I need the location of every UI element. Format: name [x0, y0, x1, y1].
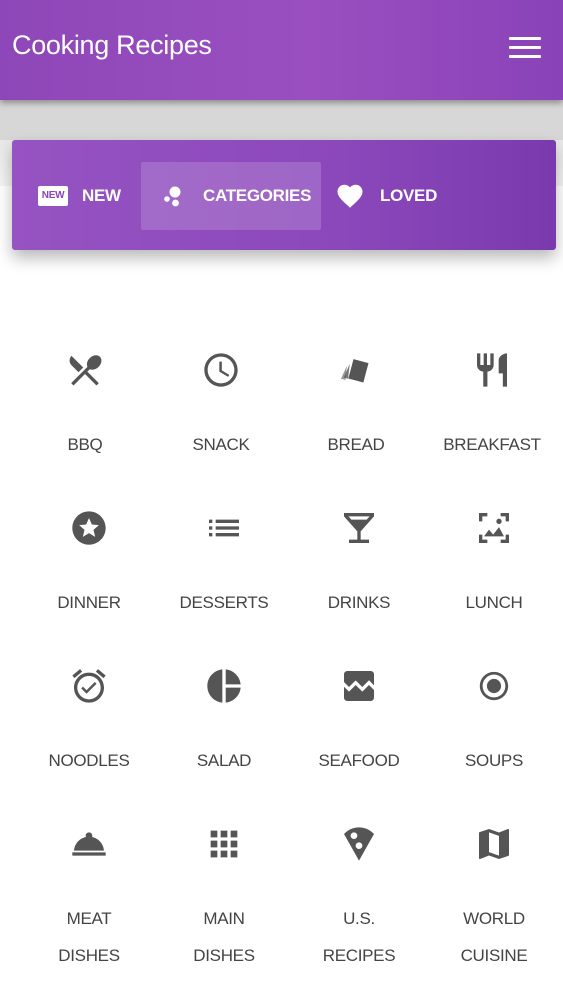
category-snack[interactable]: SNACK [156, 330, 286, 480]
photo-frame-icon [474, 508, 514, 548]
category-drinks[interactable]: DRINKS [294, 488, 424, 638]
pie-chart-icon [204, 666, 244, 706]
category-bbq[interactable]: BBQ [20, 330, 150, 480]
category-label-line1: WORLD [463, 909, 525, 928]
alarm-icon [69, 666, 109, 706]
cloche-icon [69, 824, 109, 864]
heart-icon [337, 184, 363, 208]
apps-grid-icon [204, 824, 244, 864]
category-label: WORLD CUISINE [429, 900, 559, 974]
hamburger-line [509, 46, 541, 49]
fork-knife-icon [472, 350, 512, 390]
category-label: SNACK [192, 435, 250, 454]
radio-button-icon [474, 666, 514, 706]
category-noodles[interactable]: NOODLES [24, 646, 154, 796]
star-circle-icon [69, 508, 109, 548]
category-meat-dishes[interactable]: MEAT DISHES [24, 804, 154, 974]
category-label: SEAFOOD [318, 751, 400, 770]
bubbles-icon [164, 186, 181, 207]
tab-new-label: NEW [82, 186, 121, 205]
category-soups[interactable]: SOUPS [429, 646, 559, 796]
tab-loved-label: LOVED [380, 186, 438, 205]
new-icon: NEW [38, 186, 68, 206]
category-label-line2: DISHES [58, 946, 120, 965]
menu-button[interactable] [506, 34, 544, 62]
restaurant-icon [65, 350, 105, 390]
category-label-line1: MAIN [203, 909, 245, 928]
tab-loved[interactable]: LOVED [334, 162, 454, 230]
category-bread[interactable]: BREAD [291, 330, 421, 480]
category-label: NOODLES [48, 751, 130, 770]
category-label-line2: DISHES [193, 946, 255, 965]
category-desserts[interactable]: DESSERTS [159, 488, 289, 638]
category-label: BBQ [67, 435, 103, 454]
category-label: SOUPS [464, 751, 524, 770]
image-icon [339, 666, 379, 706]
tab-categories[interactable]: CATEGORIES [141, 162, 321, 230]
category-label: DRINKS [327, 593, 391, 612]
category-label: SALAD [196, 751, 252, 770]
list-icon [204, 508, 244, 548]
category-label-line2: CUISINE [460, 946, 528, 965]
category-seafood[interactable]: SEAFOOD [294, 646, 424, 796]
cards-icon [336, 350, 376, 390]
category-us-recipes[interactable]: U.S. RECIPES [294, 804, 424, 974]
category-label: MEAT DISHES [24, 900, 154, 974]
category-world-cuisine[interactable]: WORLD CUISINE [429, 804, 559, 974]
category-label-line2: RECIPES [322, 946, 396, 965]
category-main-dishes[interactable]: MAIN DISHES [159, 804, 289, 974]
hamburger-line [509, 55, 541, 58]
category-dinner[interactable]: DINNER [24, 488, 154, 638]
category-salad[interactable]: SALAD [159, 646, 289, 796]
category-label: BREAD [327, 435, 385, 454]
category-label: DINNER [57, 593, 121, 612]
category-label-line1: U.S. [343, 909, 375, 928]
clock-icon [201, 350, 241, 390]
hamburger-line [509, 37, 541, 40]
category-label-line1: MEAT [66, 909, 112, 928]
tab-categories-label: CATEGORIES [203, 186, 312, 205]
map-icon [474, 824, 514, 864]
tab-bar: NEW NEW CATEGORIES LOVED [12, 140, 556, 250]
category-breakfast[interactable]: BREAKFAST [427, 330, 557, 480]
category-label: LUNCH [465, 593, 523, 612]
category-label: MAIN DISHES [159, 900, 289, 974]
category-label: U.S. RECIPES [294, 900, 424, 974]
cocktail-icon [339, 508, 379, 548]
category-label: BREAKFAST [443, 435, 541, 454]
category-lunch[interactable]: LUNCH [429, 488, 559, 638]
tab-new[interactable]: NEW NEW [38, 162, 148, 230]
app-bar: Cooking Recipes [0, 0, 563, 100]
app-title: Cooking Recipes [12, 30, 212, 60]
category-label: DESSERTS [179, 593, 269, 612]
pizza-icon [339, 824, 379, 864]
